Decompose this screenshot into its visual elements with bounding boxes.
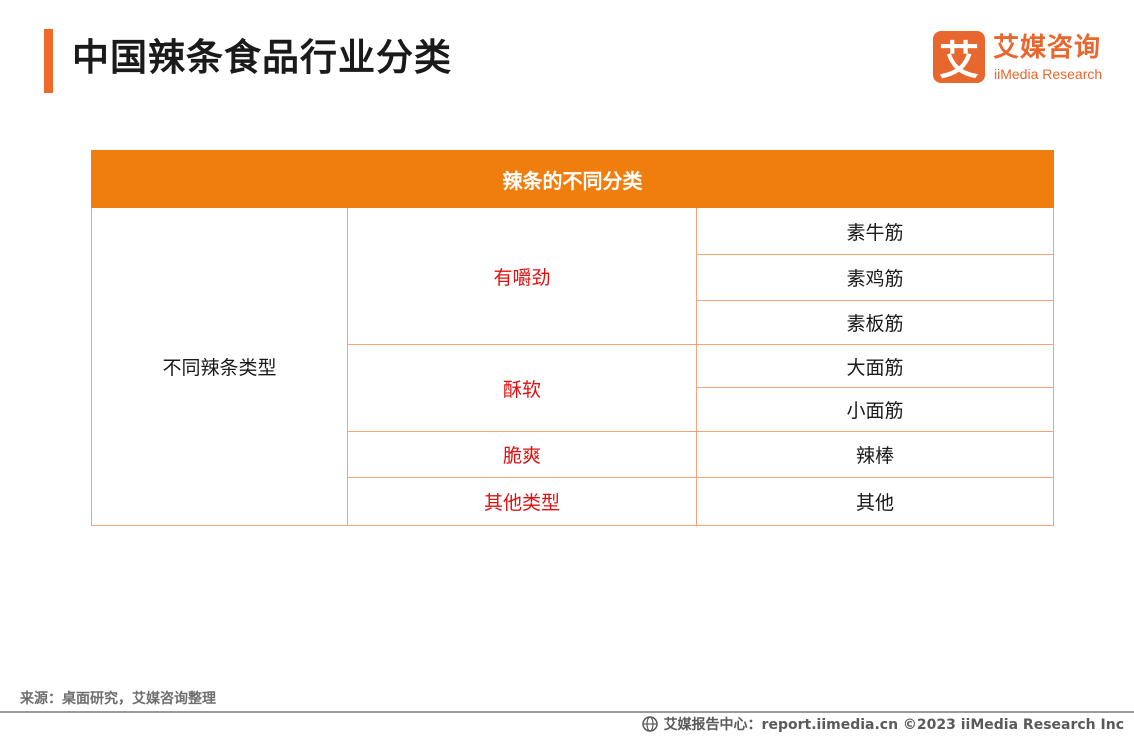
iimedia-logo-icon: 艾 bbox=[933, 31, 985, 84]
footer-text: 艾媒报告中心：report.iimedia.cn ©2023 iiMedia R… bbox=[663, 717, 1124, 733]
table-cell-item: 素鸡筋 bbox=[696, 254, 1054, 301]
table-cell-item: 素牛筋 bbox=[696, 207, 1054, 255]
table-cell-item: 大面筋 bbox=[696, 344, 1054, 388]
page-title: 中国辣条食品行业分类 bbox=[72, 36, 452, 79]
group-label-chewy: 有嚼劲 bbox=[347, 207, 697, 345]
table-cell-item: 其他 bbox=[696, 477, 1054, 526]
category-cell: 不同辣条类型 bbox=[91, 207, 348, 526]
classification-table: 辣条的不同分类 不同辣条类型 有嚼劲 素牛筋 素鸡筋 素板筋 酥软 大面筋 小面… bbox=[91, 150, 1054, 526]
globe-icon bbox=[641, 716, 658, 732]
footer: 艾媒报告中心：report.iimedia.cn ©2023 iiMedia R… bbox=[641, 713, 1124, 735]
group-label-crispy: 脆爽 bbox=[347, 431, 697, 478]
title-accent-bar bbox=[44, 29, 53, 93]
logo-name-cn: 艾媒咨询 bbox=[993, 33, 1102, 63]
iimedia-logo: 艾 艾媒咨询 iiMedia Research bbox=[933, 31, 1118, 87]
group-label-soft: 酥软 bbox=[347, 344, 697, 432]
group-label-other: 其他类型 bbox=[347, 477, 697, 526]
logo-name-en: iiMedia Research bbox=[994, 66, 1103, 82]
table-heading: 辣条的不同分类 bbox=[91, 150, 1054, 208]
source-note: 来源：桌面研究，艾媒咨询整理 bbox=[20, 691, 216, 707]
table-cell-item: 辣棒 bbox=[696, 431, 1054, 478]
table-cell-item: 小面筋 bbox=[696, 387, 1054, 432]
table-cell-item: 素板筋 bbox=[696, 300, 1054, 345]
